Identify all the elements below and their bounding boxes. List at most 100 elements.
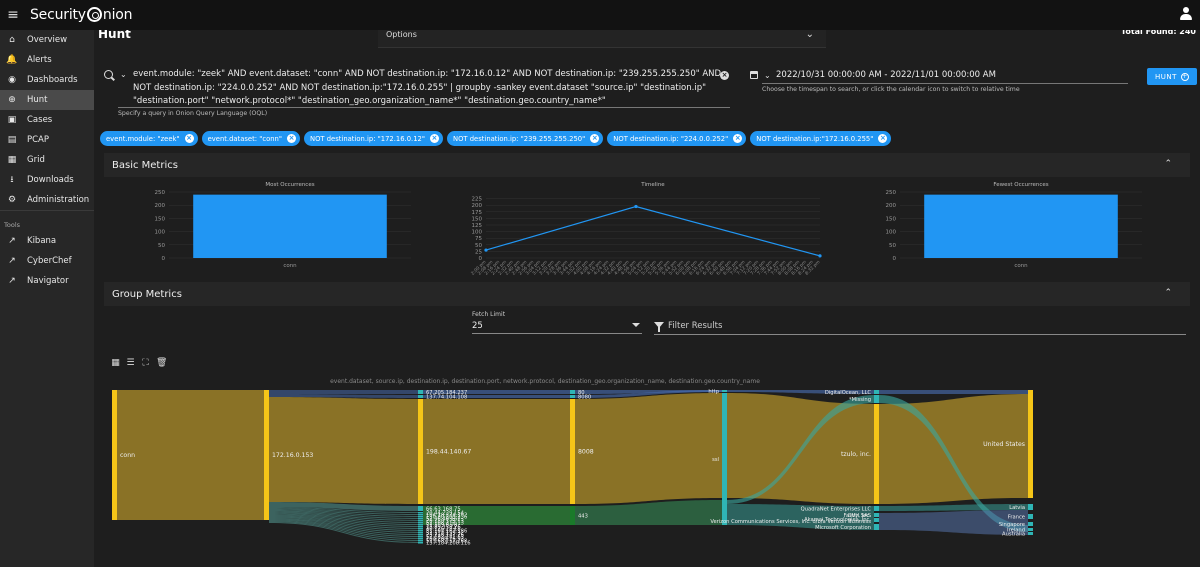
sankey-node[interactable] bbox=[570, 395, 575, 398]
sankey-node[interactable] bbox=[418, 530, 423, 532]
remove-chip-icon[interactable]: × bbox=[590, 134, 600, 143]
filter-results-input[interactable]: Filter Results bbox=[668, 321, 722, 331]
caret-down-icon[interactable] bbox=[632, 323, 640, 327]
query-history-chevron-icon[interactable]: ⌄ bbox=[120, 70, 127, 79]
sankey-node[interactable] bbox=[112, 390, 117, 520]
sidebar-item-administration[interactable]: ⚙ Administration bbox=[0, 190, 94, 210]
sankey-node[interactable] bbox=[874, 506, 879, 511]
sankey-node[interactable] bbox=[874, 524, 879, 530]
basic-metrics-charts: Most Occurrences050100150200250connTimel… bbox=[155, 182, 1142, 277]
menu-icon[interactable]: ≡ bbox=[0, 7, 26, 23]
sankey-node[interactable] bbox=[418, 524, 423, 526]
sankey-node-label: 137.184.208.116 bbox=[426, 541, 471, 547]
timeline-point[interactable] bbox=[818, 254, 822, 258]
sankey-node[interactable] bbox=[418, 516, 423, 518]
sankey-node[interactable] bbox=[418, 514, 423, 516]
chevron-up-icon[interactable]: ⌃ bbox=[1164, 288, 1172, 298]
calendar-icon[interactable] bbox=[750, 71, 758, 79]
sankey-node[interactable] bbox=[1028, 504, 1033, 510]
sankey-node[interactable] bbox=[722, 390, 727, 392]
sidebar-item-cyberchef[interactable]: ↗ CyberChef bbox=[0, 251, 94, 271]
sidebar-item-alerts[interactable]: 🔔 Alerts bbox=[0, 50, 94, 70]
sankey-node[interactable] bbox=[418, 395, 423, 398]
timeline-point[interactable] bbox=[484, 248, 488, 252]
remove-chip-icon[interactable]: × bbox=[878, 134, 888, 143]
fetch-limit-label: Fetch Limit bbox=[472, 311, 506, 318]
sankey-node[interactable] bbox=[418, 540, 423, 542]
sankey-node[interactable] bbox=[1028, 390, 1033, 498]
sankey-node-label: 8008 bbox=[578, 449, 594, 456]
sankey-node[interactable] bbox=[874, 395, 879, 403]
sidebar-item-dashboards[interactable]: ◉ Dashboards bbox=[0, 70, 94, 90]
sankey-node[interactable] bbox=[418, 520, 423, 522]
sidebar-item-grid[interactable]: ▦ Grid bbox=[0, 150, 94, 170]
sankey-node[interactable] bbox=[418, 518, 423, 520]
sankey-node[interactable] bbox=[570, 506, 575, 525]
sidebar-item-cases[interactable]: ▣ Cases bbox=[0, 110, 94, 130]
sankey-node[interactable] bbox=[874, 390, 879, 394]
basic-metrics-header[interactable]: Basic Metrics ⌃ bbox=[104, 153, 1190, 177]
sankey-node[interactable] bbox=[570, 399, 575, 504]
sankey-node[interactable] bbox=[1028, 522, 1033, 526]
sankey-node[interactable] bbox=[418, 522, 423, 524]
search-icon bbox=[104, 70, 113, 79]
sankey-node[interactable] bbox=[418, 390, 423, 394]
y-tick-label: 75 bbox=[475, 236, 482, 242]
filter-chip[interactable]: event.module: "zeek" × bbox=[100, 131, 198, 146]
fullscreen-icon[interactable]: ⛶ bbox=[141, 359, 150, 368]
sankey-node[interactable] bbox=[418, 538, 423, 540]
sankey-node[interactable] bbox=[418, 536, 423, 538]
chevron-down-icon[interactable]: ⌄ bbox=[806, 29, 814, 40]
sankey-node[interactable] bbox=[418, 399, 423, 504]
remove-chip-icon[interactable]: × bbox=[184, 134, 194, 143]
sankey-node[interactable] bbox=[1028, 528, 1033, 531]
sankey-node[interactable] bbox=[418, 512, 423, 514]
sankey-node[interactable] bbox=[264, 390, 269, 520]
sankey-node[interactable] bbox=[418, 542, 423, 544]
sankey-node[interactable] bbox=[874, 520, 879, 522]
clear-query-icon[interactable]: × bbox=[720, 71, 729, 80]
fetch-limit-select[interactable]: 25 bbox=[472, 321, 483, 331]
filter-chip[interactable]: NOT destination.ip: "224.0.0.252" × bbox=[607, 131, 747, 146]
chevron-up-icon[interactable]: ⌃ bbox=[1164, 159, 1172, 169]
sankey-node[interactable] bbox=[1028, 532, 1033, 535]
sankey-node[interactable] bbox=[874, 513, 879, 517]
filter-chip[interactable]: NOT destination.ip:"172.16.0.255" × bbox=[750, 131, 892, 146]
sankey-node[interactable] bbox=[874, 404, 879, 504]
sidebar-item-hunt[interactable]: ⊕ Hunt bbox=[0, 90, 94, 110]
list-icon[interactable]: ☰ bbox=[126, 359, 135, 368]
sankey-node[interactable] bbox=[418, 534, 423, 536]
timeline-point[interactable] bbox=[634, 204, 638, 209]
sankey-node[interactable] bbox=[874, 518, 879, 520]
sidebar-item-overview[interactable]: ⌂ Overview bbox=[0, 30, 94, 50]
sidebar-item-downloads[interactable]: ⭳ Downloads bbox=[0, 170, 94, 190]
query-input[interactable]: event.module: "zeek" AND event.dataset: … bbox=[133, 68, 729, 109]
filter-chip[interactable]: NOT destination.ip: "239.255.255.250" × bbox=[446, 131, 604, 146]
user-account-icon[interactable] bbox=[1180, 7, 1192, 21]
sidebar-item-kibana[interactable]: ↗ Kibana bbox=[0, 231, 94, 251]
sankey-node[interactable] bbox=[570, 390, 575, 394]
sankey-node[interactable] bbox=[418, 528, 423, 530]
sankey-node[interactable] bbox=[418, 506, 423, 511]
hunt-button[interactable]: HUNT + bbox=[1147, 68, 1197, 85]
sankey-node[interactable] bbox=[1028, 514, 1033, 519]
remove-chip-icon[interactable]: × bbox=[287, 134, 296, 143]
app-logo[interactable]: Security nion bbox=[30, 7, 132, 23]
sidebar-item-navigator[interactable]: ↗ Navigator bbox=[0, 271, 94, 291]
trash-icon[interactable]: 🗑 bbox=[156, 359, 167, 368]
sidebar-item-pcap[interactable]: ▤ PCAP bbox=[0, 130, 94, 150]
group-metrics-header[interactable]: Group Metrics ⌃ bbox=[104, 282, 1190, 306]
table-icon[interactable]: ▦ bbox=[111, 359, 120, 368]
sankey-node[interactable] bbox=[418, 526, 423, 528]
bar[interactable] bbox=[924, 194, 1118, 258]
bell-icon: 🔔 bbox=[6, 55, 18, 65]
sankey-node[interactable] bbox=[722, 393, 727, 525]
filter-chip[interactable]: NOT destination.ip: "172.16.0.12" × bbox=[304, 131, 443, 146]
date-range-input[interactable]: 2022/10/31 00:00:00 AM - 2022/11/01 00:0… bbox=[776, 70, 996, 80]
bar[interactable] bbox=[193, 194, 387, 258]
remove-chip-icon[interactable]: × bbox=[429, 134, 439, 143]
date-range-chevron-icon[interactable]: ⌄ bbox=[764, 71, 771, 80]
remove-chip-icon[interactable]: × bbox=[733, 134, 743, 143]
sankey-node[interactable] bbox=[418, 532, 423, 534]
filter-chip[interactable]: event.dataset: "conn" × bbox=[201, 131, 300, 146]
